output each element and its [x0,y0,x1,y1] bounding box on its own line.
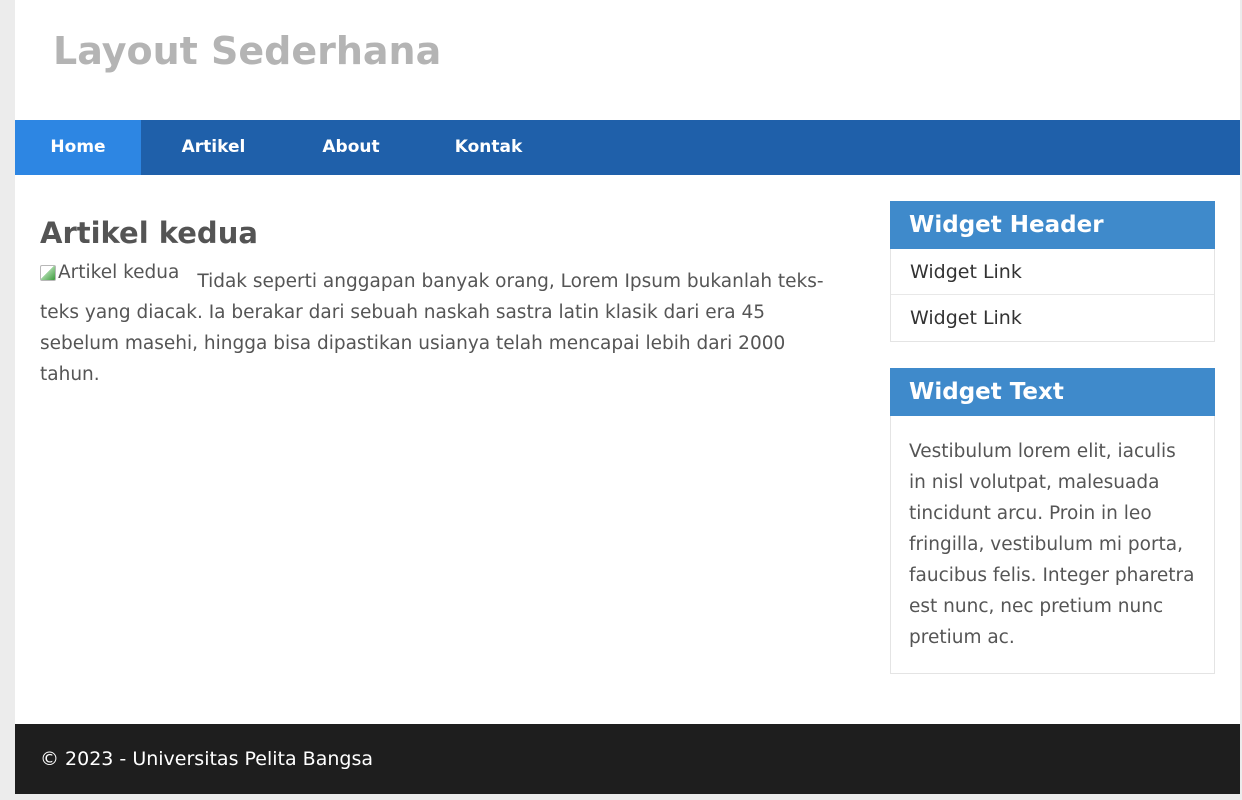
text-widget-header: Widget Text [890,368,1215,416]
footer-copyright: © 2023 - Universitas Pelita Bangsa [40,748,373,770]
article-body: Artikel kedua Tidak seperti anggapan bany… [40,262,840,390]
nav-item-about[interactable]: About [286,120,416,175]
main-navigation: Home Artikel About Kontak [15,120,1240,175]
article-title: Artikel kedua [40,216,258,250]
widget-text-body: Vestibulum lorem elit, iaculis in nisl v… [909,441,1195,648]
nav-item-artikel[interactable]: Artikel [141,120,286,175]
links-widget-header: Widget Header [890,201,1215,249]
nav-item-home[interactable]: Home [15,120,141,175]
site-title: Layout Sederhana [53,29,442,73]
widget-link[interactable]: Widget Link [891,249,1214,295]
image-placeholder-icon [40,265,56,281]
main-content: Artikel kedua Artikel kedua Tidak seperti… [40,210,840,390]
image-alt-text: Artikel kedua [58,262,180,283]
nav-item-kontak[interactable]: Kontak [416,120,561,175]
text-widget: Widget Text Vestibulum lorem elit, iacul… [890,368,1215,674]
broken-image-icon: Artikel kedua [40,261,179,285]
widget-link[interactable]: Widget Link [891,295,1214,341]
site-header: Layout Sederhana [15,0,1240,120]
article-text: Tidak seperti anggapan banyak orang, Lor… [40,271,824,385]
links-widget: Widget Header Widget Link Widget Link [890,201,1215,342]
site-footer: © 2023 - Universitas Pelita Bangsa [15,724,1240,794]
page: Layout Sederhana Home Artikel About Kont… [15,0,1240,794]
